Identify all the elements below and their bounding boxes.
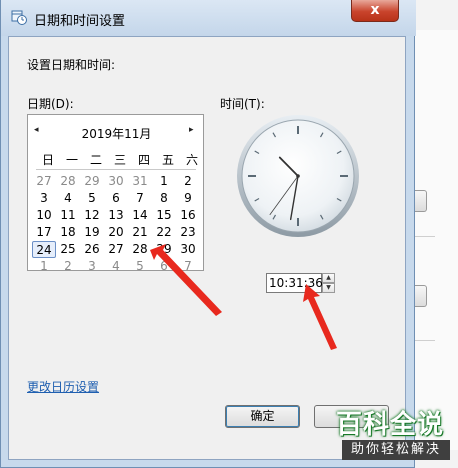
calendar-day[interactable]: 16: [176, 207, 200, 224]
window-title: 日期和时间设置: [34, 14, 126, 29]
calendar-day[interactable]: 8: [152, 190, 176, 207]
calendar-day[interactable]: 6: [152, 258, 176, 275]
calendar-day[interactable]: 17: [32, 224, 56, 241]
calendar-day[interactable]: 18: [56, 224, 80, 241]
calendar-day[interactable]: 3: [32, 190, 56, 207]
calendar-day[interactable]: 5: [80, 190, 104, 207]
calendar-day[interactable]: 13: [104, 207, 128, 224]
title-bar[interactable]: 日期和时间设置 x: [1, 0, 416, 36]
calendar-day[interactable]: 10: [32, 207, 56, 224]
date-label: 日期(D):: [27, 97, 74, 111]
calendar-day[interactable]: 24: [32, 241, 56, 258]
weekday-divider: [36, 169, 196, 170]
analog-clock: [237, 115, 359, 237]
calendar-day[interactable]: 29: [152, 241, 176, 258]
close-button[interactable]: x: [351, 0, 399, 22]
weekday-label: 三: [113, 153, 126, 167]
weekday-label: 四: [137, 153, 150, 167]
calendar-day[interactable]: 26: [80, 241, 104, 258]
date-time-icon: [11, 10, 27, 25]
calendar-day[interactable]: 20: [104, 224, 128, 241]
calendar-day[interactable]: 1: [152, 173, 176, 190]
calendar-day[interactable]: 4: [104, 258, 128, 275]
weekday-label: 六: [185, 153, 198, 167]
calendar-day[interactable]: 11: [56, 207, 80, 224]
calendar-day[interactable]: 21: [128, 224, 152, 241]
weekday-label: 一: [65, 153, 78, 167]
weekday-label: 二: [89, 153, 102, 167]
calendar-day[interactable]: 2: [56, 258, 80, 275]
calendar-day[interactable]: 9: [176, 190, 200, 207]
calendar-day[interactable]: 14: [128, 207, 152, 224]
calendar-month-label[interactable]: 2019年11月: [28, 125, 205, 142]
calendar-day[interactable]: 7: [128, 190, 152, 207]
calendar-day[interactable]: 25: [56, 241, 80, 258]
next-month-icon[interactable]: ▸: [189, 125, 194, 135]
time-label: 时间(T):: [220, 97, 265, 111]
time-up-icon[interactable]: ▲: [322, 273, 335, 283]
time-input[interactable]: 10:31:36: [266, 273, 323, 293]
calendar-day[interactable]: 28: [56, 173, 80, 190]
page-heading: 设置日期和时间:: [27, 58, 116, 72]
calendar-day[interactable]: 31: [128, 173, 152, 190]
calendar-day[interactable]: 22: [152, 224, 176, 241]
calendar-day[interactable]: 2: [176, 173, 200, 190]
calendar-day[interactable]: 7: [176, 258, 200, 275]
calendar-day[interactable]: 27: [32, 173, 56, 190]
weekday-label: 日: [41, 153, 54, 167]
watermark-subtitle: 助你轻松解决: [342, 440, 450, 460]
calendar-day[interactable]: 19: [80, 224, 104, 241]
ok-button[interactable]: 确定: [225, 405, 300, 428]
calendar-day[interactable]: 28: [128, 241, 152, 258]
calendar-day[interactable]: 3: [80, 258, 104, 275]
change-calendar-settings-link[interactable]: 更改日历设置: [27, 378, 99, 395]
calendar-day[interactable]: 4: [56, 190, 80, 207]
calendar-day[interactable]: 30: [104, 173, 128, 190]
clock-center: [296, 174, 300, 178]
calendar-day[interactable]: 29: [80, 173, 104, 190]
watermark-title: 百科全说: [336, 410, 445, 440]
calendar-day[interactable]: 12: [80, 207, 104, 224]
calendar: ◂ 2019年11月 ▸ 日一二三四五六 27 28 29 30 31 1 2 3 4 5 6 7 8 9…: [27, 114, 205, 273]
calendar-day[interactable]: 27: [104, 241, 128, 258]
calendar-day[interactable]: 30: [176, 241, 200, 258]
weekday-label: 五: [161, 153, 174, 167]
calendar-day[interactable]: 15: [152, 207, 176, 224]
calendar-day[interactable]: 6: [104, 190, 128, 207]
watermark-logo: 百科全说 助你轻松解决: [330, 402, 458, 468]
time-down-icon[interactable]: ▼: [322, 283, 335, 293]
calendar-day[interactable]: 1: [32, 258, 56, 275]
calendar-day[interactable]: 23: [176, 224, 200, 241]
weekday-header: 日一二三四五六: [32, 151, 200, 167]
calendar-day[interactable]: 5: [128, 258, 152, 275]
